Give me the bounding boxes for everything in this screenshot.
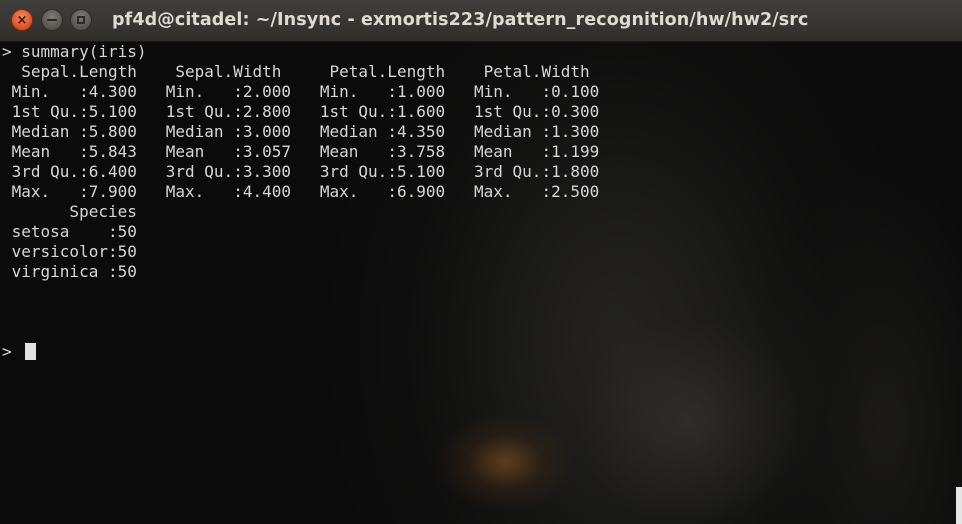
command-prompt: > xyxy=(2,342,22,361)
terminal-line: setosa :50 xyxy=(2,222,157,241)
terminal-line: virginica :50 xyxy=(2,262,157,281)
text-cursor[interactable] xyxy=(25,343,37,360)
terminal-line: Median :5.800 Median :3.000 Median :4.35… xyxy=(2,122,619,141)
close-icon: × xyxy=(16,12,28,28)
terminal-line: Species xyxy=(2,202,157,221)
title-bar[interactable]: × pf4d@citadel: ~/Insync - exmortis223/p… xyxy=(0,0,962,42)
terminal-line: Mean :5.843 Mean :3.057 Mean :3.758 Mean… xyxy=(2,142,619,161)
maximize-button[interactable] xyxy=(70,9,92,31)
terminal-line: Min. :4.300 Min. :2.000 Min. :1.000 Min.… xyxy=(2,82,619,101)
terminal-window: × pf4d@citadel: ~/Insync - exmortis223/p… xyxy=(0,0,962,524)
background-highlight xyxy=(956,487,962,524)
terminal-line: 3rd Qu.:6.400 3rd Qu.:3.300 3rd Qu.:5.10… xyxy=(2,162,619,181)
terminal-line: Max. :7.900 Max. :4.400 Max. :6.900 Max.… xyxy=(2,182,619,201)
minimize-button[interactable] xyxy=(41,9,63,31)
terminal-line: 1st Qu.:5.100 1st Qu.:2.800 1st Qu.:1.60… xyxy=(2,102,619,121)
terminal-line: > summary(iris) xyxy=(2,42,147,61)
window-title: pf4d@citadel: ~/Insync - exmortis223/pat… xyxy=(112,10,809,30)
close-button[interactable]: × xyxy=(11,9,33,31)
terminal-line: Sepal.Length Sepal.Width Petal.Length Pe… xyxy=(2,62,619,81)
maximize-icon xyxy=(77,16,85,24)
terminal-output: > summary(iris) Sepal.Length Sepal.Width… xyxy=(2,42,619,362)
minimize-icon xyxy=(47,19,57,21)
terminal-area[interactable]: > summary(iris) Sepal.Length Sepal.Width… xyxy=(0,42,962,524)
terminal-line: versicolor:50 xyxy=(2,242,157,261)
